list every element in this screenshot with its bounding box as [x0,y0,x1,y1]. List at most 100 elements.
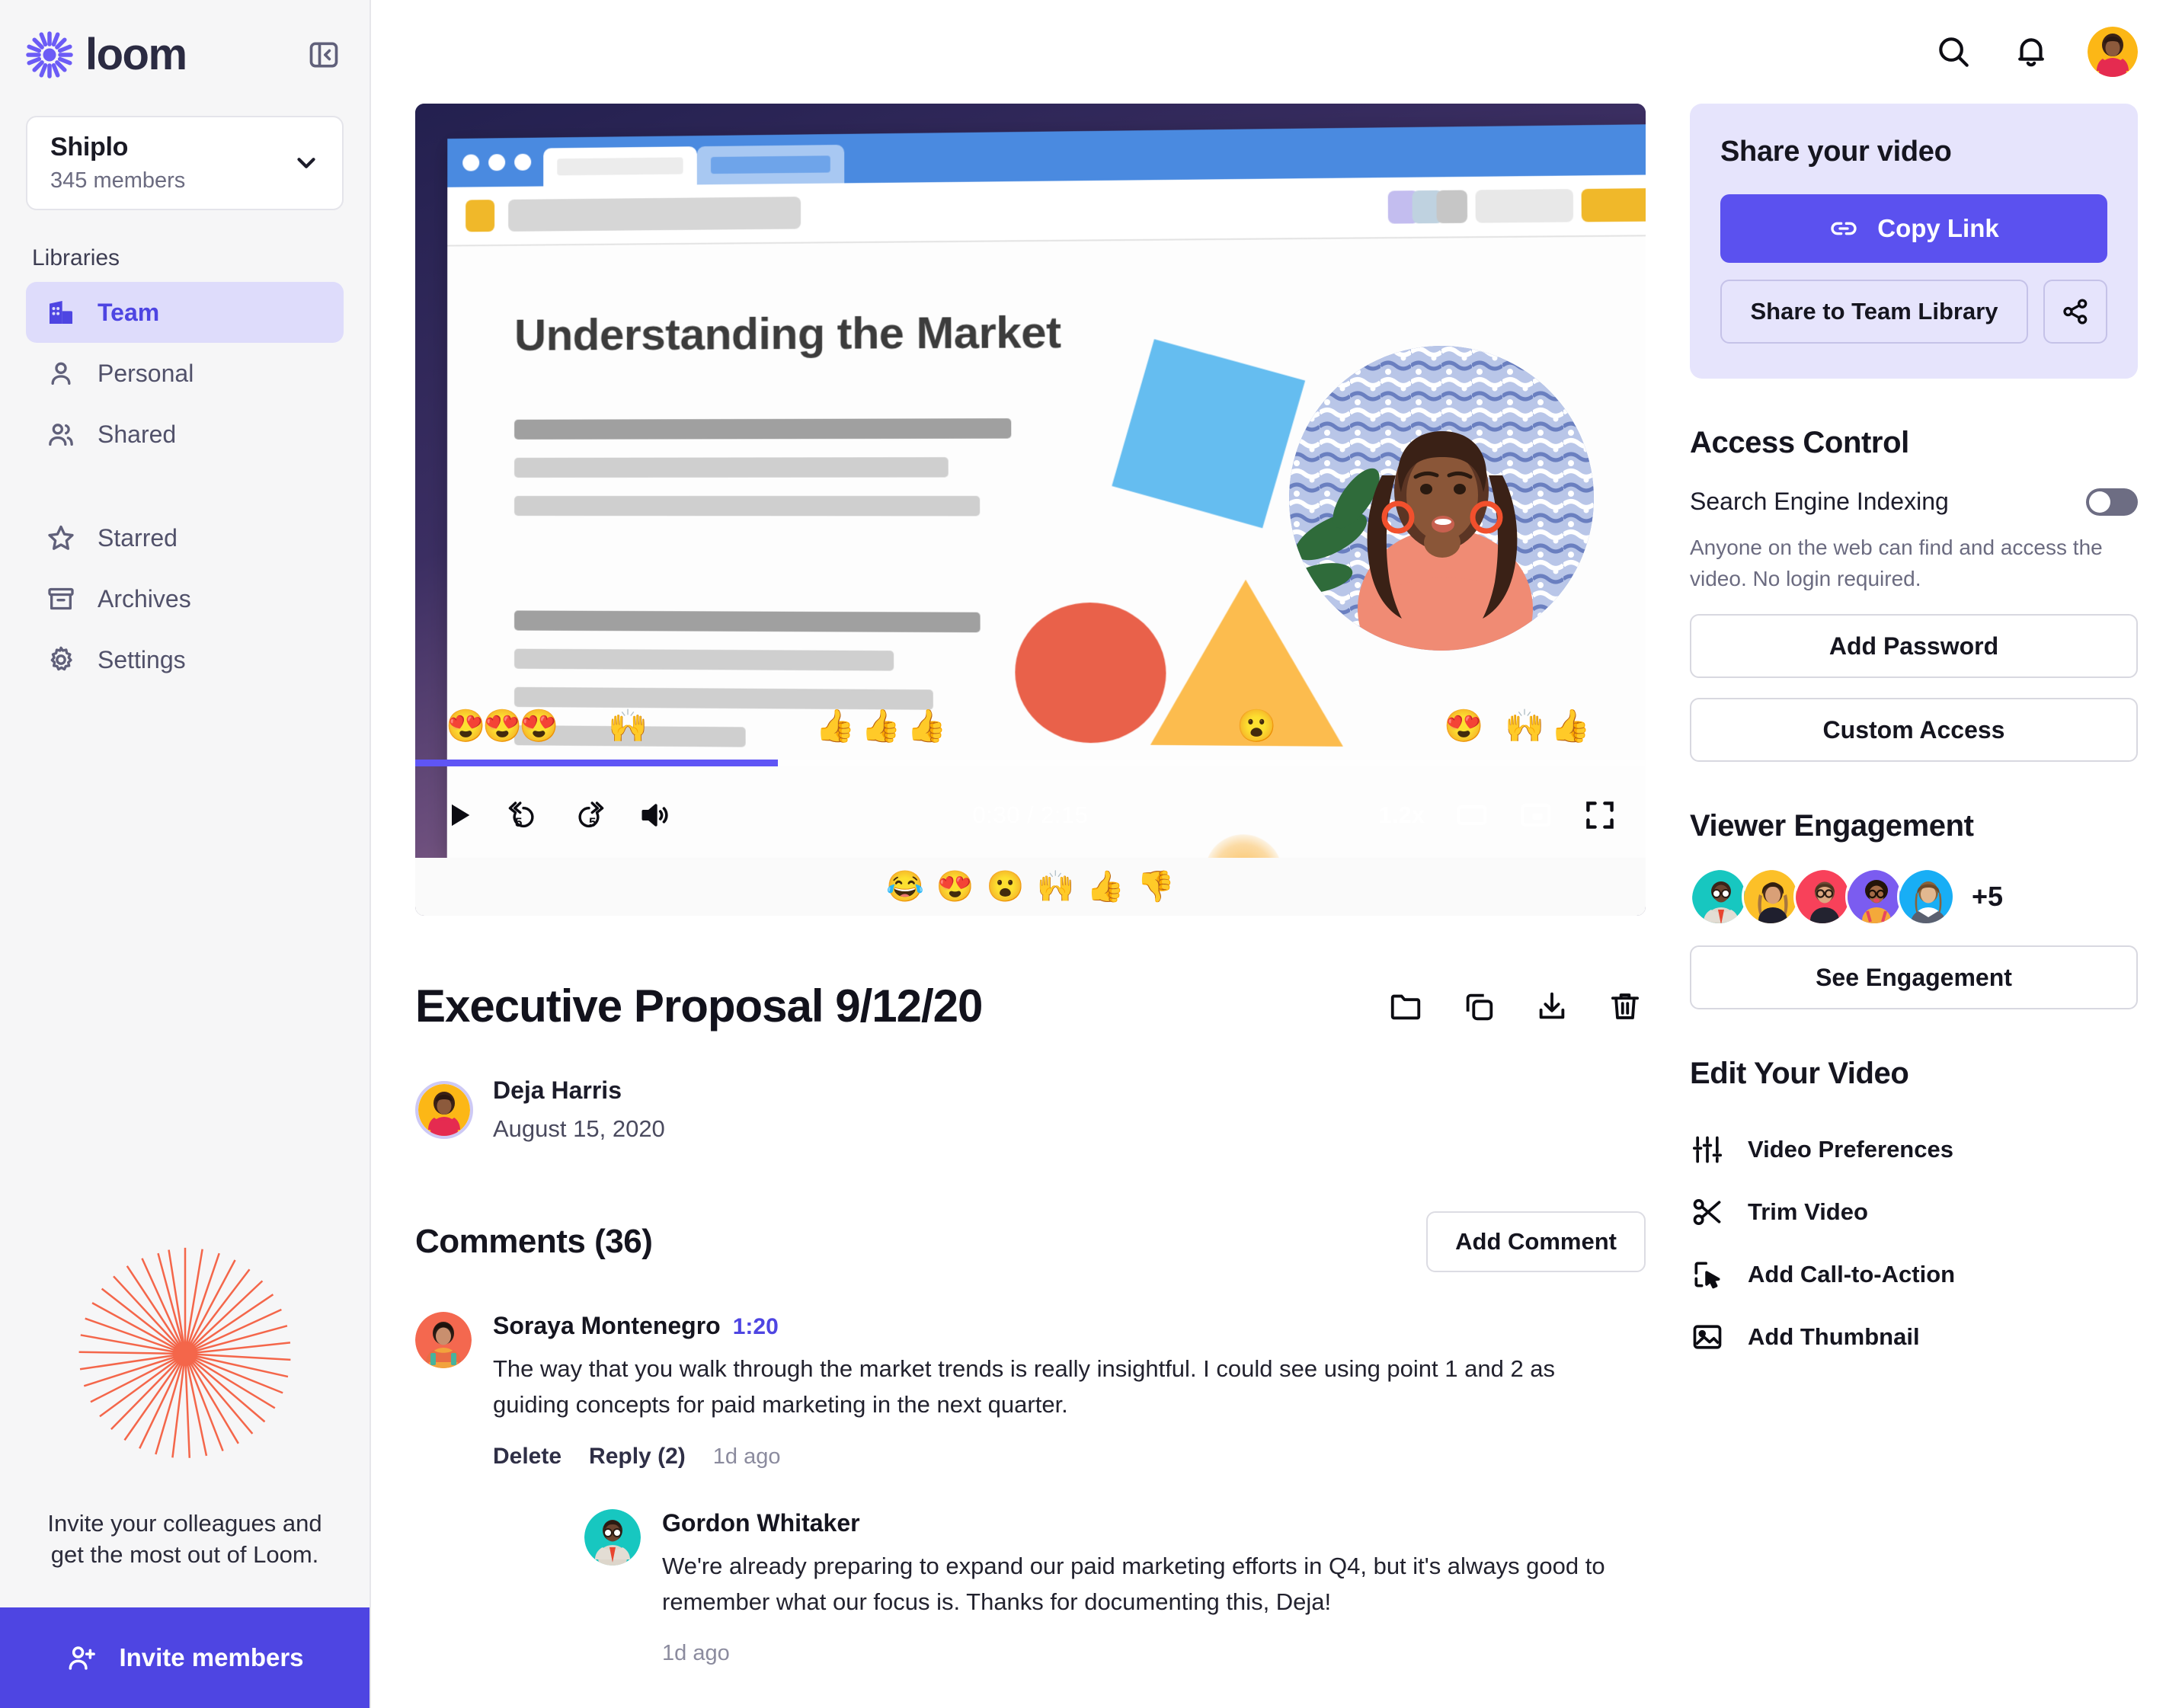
delete-comment-button[interactable]: Delete [493,1444,561,1470]
video-player[interactable]: Understanding the Market 😍 😍 😍 🙌 👍 👍 👍 😮… [415,104,1646,916]
browser-tab [543,146,697,187]
search-engine-indexing-row: Search Engine Indexing [1690,488,2138,516]
add-password-button[interactable]: Add Password [1690,614,2138,679]
video-author: Deja Harris August 15, 2020 [415,1076,1646,1143]
sidebar-item-starred[interactable]: Starred [26,507,344,568]
brand-name: loom [85,30,187,79]
see-engagement-button[interactable]: See Engagement [1690,945,2138,1010]
slide-text-line [514,495,981,517]
search-engine-indexing-label: Search Engine Indexing [1690,488,1949,515]
sidebar-item-shared[interactable]: Shared [26,404,344,465]
rewind-5-icon[interactable]: 5 [507,798,540,832]
video-progress-bar[interactable] [415,760,1646,766]
reply-comment-button[interactable]: Reply (2) [589,1444,686,1470]
sidebar-item-archives[interactable]: Archives [26,568,344,629]
sidebar-item-label: Settings [98,645,186,673]
picture-in-picture-icon[interactable] [1519,798,1553,832]
team-name: Shiplo [50,133,129,162]
notification-bell-icon[interactable] [2010,30,2052,73]
avatar[interactable] [1690,868,1748,926]
content-area: Understanding the Market 😍 😍 😍 🙌 👍 👍 👍 😮… [371,104,2182,1708]
video-controls-right: 1.2x [1379,798,1617,832]
reaction-laugh-icon[interactable]: 😂 [886,872,924,902]
person-icon [44,357,78,390]
duplicate-icon[interactable] [1458,986,1499,1027]
author-meta: Deja Harris August 15, 2020 [493,1076,665,1143]
brand-logo[interactable]: loom [26,31,187,78]
add-call-to-action-item[interactable]: Add Call-to-Action [1690,1243,2138,1306]
share-nodes-icon[interactable] [2043,280,2107,344]
slide-text-line [514,686,933,710]
app-root: loom Shiplo 345 members Libraries Team P… [0,0,2182,1708]
timeline-reaction: 👍 [907,708,947,744]
people-icon [44,417,78,451]
video-time-display: 0:30 / 2:15 [972,801,1089,828]
avatar[interactable] [1845,868,1903,926]
sidebar-item-personal[interactable]: Personal [26,343,344,404]
video-controls: 5 5 0:30 / 2:15 1.2x [415,772,1646,858]
toggle-knob [2089,491,2110,513]
viewer-avatars: +5 [1690,868,2138,926]
nav-divider-space [26,465,344,507]
volume-icon[interactable] [638,798,671,832]
team-info: Shiplo 345 members [50,133,185,194]
sidebar-item-label: Starred [98,523,178,552]
forward-5-icon[interactable]: 5 [572,798,606,832]
trash-icon[interactable] [1605,986,1646,1027]
comment-text: We're already preparing to expand our pa… [662,1553,1605,1616]
logo-row: loom [26,23,344,87]
video-preferences-item[interactable]: Video Preferences [1690,1118,2138,1181]
custom-access-button[interactable]: Custom Access [1690,698,2138,763]
invite-members-button[interactable]: Invite members [0,1607,370,1708]
gear-icon [44,643,78,676]
reaction-thumbs-up-icon[interactable]: 👍 [1086,872,1125,902]
playback-speed[interactable]: 1.2x [1379,801,1425,829]
team-switcher[interactable]: Shiplo 345 members [26,116,344,210]
sidebar-top: loom Shiplo 345 members Libraries Team P… [0,0,370,690]
window-dot [514,153,532,171]
fullscreen-icon[interactable] [1583,798,1617,832]
sidebar-item-settings[interactable]: Settings [26,629,344,690]
user-avatar[interactable] [2088,27,2138,77]
reaction-thumbs-down-icon[interactable]: 👎 [1137,872,1175,902]
team-member-count: 345 members [50,168,186,193]
comment-timestamp[interactable]: 1:20 [733,1314,779,1340]
avatar[interactable] [1742,868,1800,926]
add-comment-button[interactable]: Add Comment [1426,1211,1646,1272]
timeline-reaction: 👍 [1550,708,1591,744]
list-item: Soraya Montenegro 1:20 The way that you … [415,1312,1646,1708]
add-thumbnail-item[interactable]: Add Thumbnail [1690,1306,2138,1368]
download-icon[interactable] [1531,986,1573,1027]
search-icon[interactable] [1932,30,1975,73]
search-engine-indexing-toggle[interactable] [2086,488,2138,516]
comment-header: Gordon Whitaker [662,1509,1646,1537]
reaction-wow-icon[interactable]: 😮 [987,872,1025,902]
svg-text:5: 5 [515,815,522,830]
reaction-heart-eyes-icon[interactable]: 😍 [936,872,974,902]
avatar[interactable] [1793,868,1851,926]
comment-author: Gordon Whitaker [662,1509,860,1537]
move-to-folder-icon[interactable] [1385,986,1426,1027]
timeline-reaction: 👍 [815,708,856,744]
comments-title: Comments (36) [415,1223,653,1260]
share-to-team-library-button[interactable]: Share to Team Library [1720,280,2028,344]
toolbar-placeholder [508,197,801,232]
main-area: Understanding the Market 😍 😍 😍 🙌 👍 👍 👍 😮… [371,0,2182,1708]
list-item: Gordon Whitaker We're already preparing … [584,1509,1646,1708]
copy-link-button[interactable]: Copy Link [1720,194,2107,263]
loom-sunburst-logo-icon [26,31,73,78]
reaction-raised-hands-icon[interactable]: 🙌 [1037,872,1075,902]
play-icon[interactable] [444,800,475,830]
collapse-sidebar-icon[interactable] [304,35,344,75]
image-icon [1690,1319,1725,1355]
comment-actions: Delete Reply (2) 1d ago [493,1444,1646,1470]
comment-body: Soraya Montenegro 1:20 The way that you … [493,1312,1646,1708]
viewer-engagement-title: Viewer Engagement [1690,809,1974,843]
trim-video-item[interactable]: Trim Video [1690,1181,2138,1243]
slide-text-line [514,418,1012,440]
engagement-overflow-count: +5 [1972,881,2004,913]
sidebar-item-team[interactable]: Team [26,282,344,343]
theater-mode-icon[interactable] [1455,798,1489,832]
avatar[interactable] [1897,868,1955,926]
